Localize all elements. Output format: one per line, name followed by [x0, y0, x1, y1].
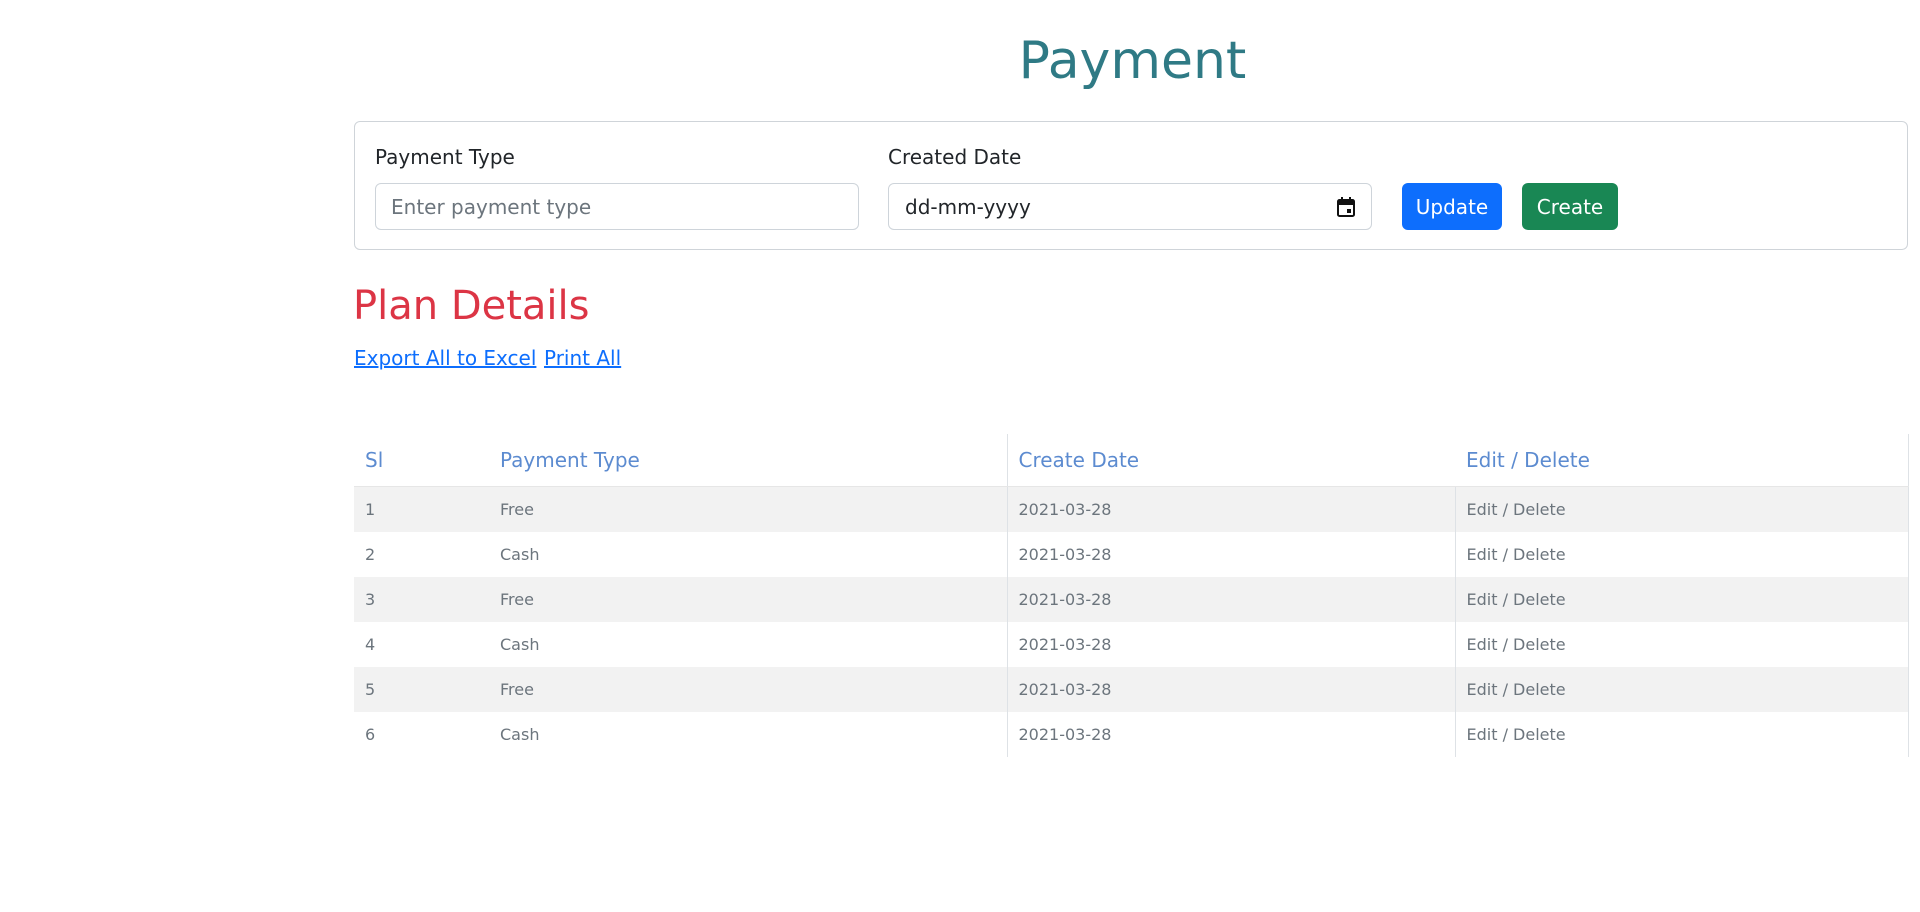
table-row: 5 Free 2021-03-28 Edit / Delete — [354, 667, 1909, 712]
cell-sl: 1 — [354, 486, 489, 532]
payment-type-label: Payment Type — [375, 145, 515, 169]
cell-edit-delete[interactable]: Edit / Delete — [1454, 486, 1909, 532]
table-row: 1 Free 2021-03-28 Edit / Delete — [354, 486, 1909, 532]
calendar-icon[interactable] — [1337, 197, 1355, 217]
table-row: 6 Cash 2021-03-28 Edit / Delete — [354, 712, 1909, 757]
cell-edit-delete[interactable]: Edit / Delete — [1454, 712, 1909, 757]
header-sl: Sl — [354, 434, 489, 487]
plan-details-title: Plan Details — [353, 283, 590, 329]
cell-sl: 4 — [354, 622, 489, 667]
header-payment-type: Payment Type — [489, 434, 1007, 487]
table-header-row: Sl Payment Type Create Date Edit / Delet… — [354, 434, 1909, 487]
cell-sl: 5 — [354, 667, 489, 712]
created-date-input[interactable]: dd-mm-yyyy — [888, 183, 1372, 230]
table-row: 3 Free 2021-03-28 Edit / Delete — [354, 577, 1909, 622]
cell-sl: 2 — [354, 532, 489, 577]
cell-payment-type: Cash — [489, 712, 1007, 757]
print-all-link[interactable]: Print All — [544, 345, 621, 371]
table-row: 2 Cash 2021-03-28 Edit / Delete — [354, 532, 1909, 577]
cell-create-date: 2021-03-28 — [1006, 622, 1455, 667]
cell-edit-delete[interactable]: Edit / Delete — [1454, 577, 1909, 622]
created-date-label: Created Date — [888, 145, 1022, 169]
cell-create-date: 2021-03-28 — [1006, 577, 1455, 622]
payment-table: Sl Payment Type Create Date Edit / Delet… — [354, 434, 1909, 757]
cell-payment-type: Free — [489, 667, 1007, 712]
header-create-date: Create Date — [1006, 434, 1455, 487]
cell-create-date: 2021-03-28 — [1006, 486, 1455, 532]
update-button[interactable]: Update — [1402, 183, 1502, 230]
payment-type-input[interactable] — [375, 183, 859, 230]
cell-payment-type: Free — [489, 486, 1007, 532]
cell-edit-delete[interactable]: Edit / Delete — [1454, 667, 1909, 712]
created-date-value: dd-mm-yyyy — [905, 195, 1031, 219]
cell-sl: 3 — [354, 577, 489, 622]
cell-payment-type: Cash — [489, 532, 1007, 577]
cell-payment-type: Free — [489, 577, 1007, 622]
cell-create-date: 2021-03-28 — [1006, 712, 1455, 757]
page-title: Payment — [1018, 31, 1247, 91]
cell-create-date: 2021-03-28 — [1006, 532, 1455, 577]
cell-sl: 6 — [354, 712, 489, 757]
table-row: 4 Cash 2021-03-28 Edit / Delete — [354, 622, 1909, 667]
export-excel-link[interactable]: Export All to Excel — [354, 345, 536, 371]
cell-edit-delete[interactable]: Edit / Delete — [1454, 532, 1909, 577]
cell-payment-type: Cash — [489, 622, 1007, 667]
cell-create-date: 2021-03-28 — [1006, 667, 1455, 712]
header-edit-delete: Edit / Delete — [1455, 434, 1909, 487]
cell-edit-delete[interactable]: Edit / Delete — [1454, 622, 1909, 667]
create-button[interactable]: Create — [1522, 183, 1618, 230]
